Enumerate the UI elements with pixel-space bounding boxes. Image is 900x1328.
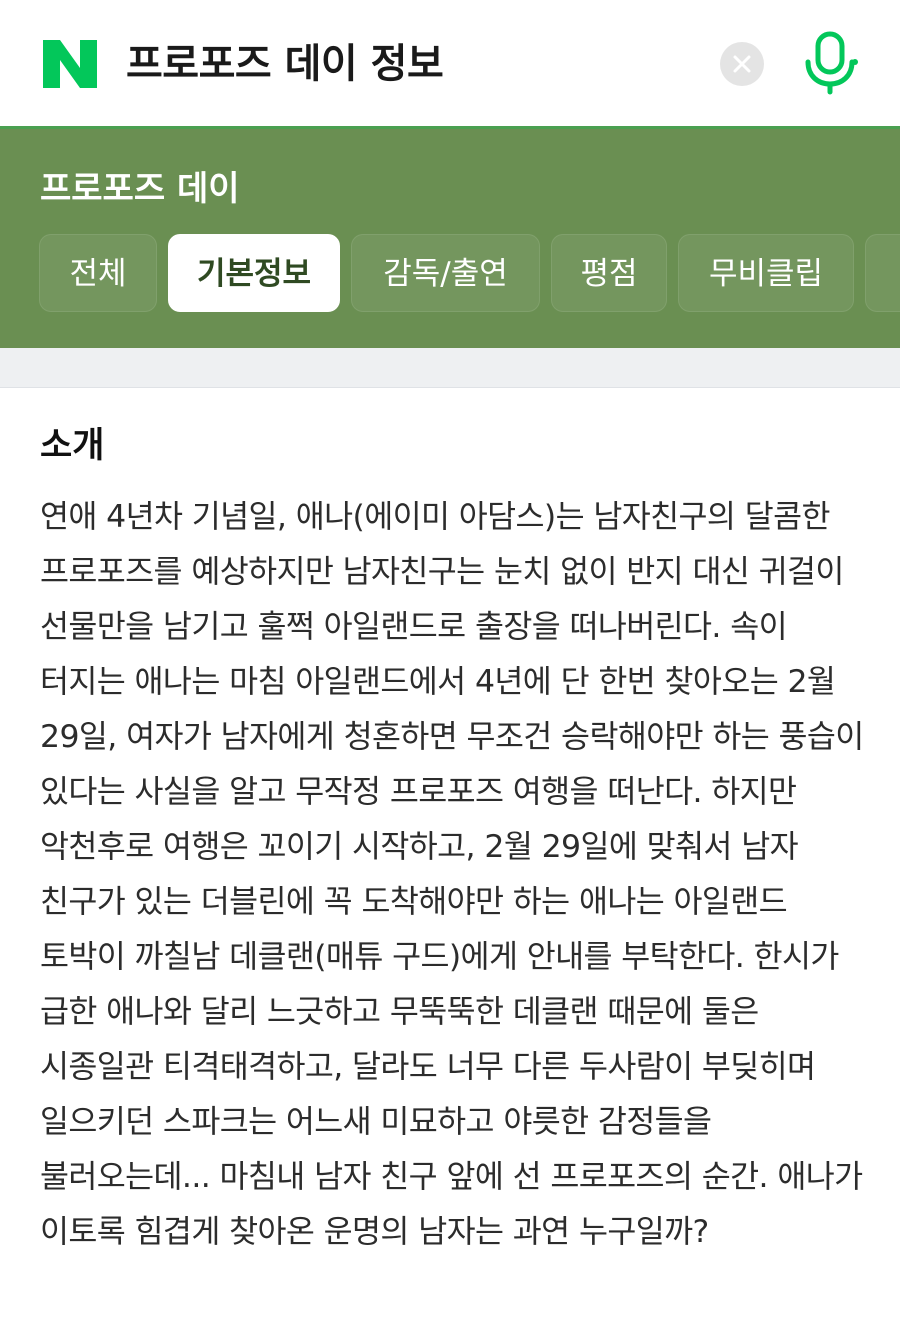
tab-director-cast[interactable]: 감독/출연: [351, 234, 540, 312]
section-divider: [0, 348, 900, 388]
tab-bar: 전체 기본정보 감독/출연 평점 무비클립: [39, 234, 900, 314]
clear-search-button[interactable]: [720, 42, 764, 86]
intro-heading: 소개: [40, 426, 105, 466]
movie-header: 프로포즈 데이 전체 기본정보 감독/출연 평점 무비클립: [0, 126, 900, 348]
voice-search-button[interactable]: [800, 30, 860, 96]
search-bar: 프로포즈 데이 정보: [0, 0, 900, 126]
tab-movie-clip[interactable]: 무비클립: [678, 234, 854, 312]
tab-all[interactable]: 전체: [39, 234, 157, 312]
tab-overflow[interactable]: [865, 234, 900, 312]
naver-logo-icon[interactable]: [43, 40, 97, 88]
tab-basic-info[interactable]: 기본정보: [168, 234, 340, 312]
search-input[interactable]: 프로포즈 데이 정보: [126, 38, 444, 90]
microphone-icon: [805, 31, 858, 95]
close-icon: [733, 55, 751, 73]
movie-title[interactable]: 프로포즈 데이: [40, 167, 240, 211]
tab-rating[interactable]: 평점: [551, 234, 667, 312]
intro-section: 소개 연애 4년차 기념일, 애나(에이미 아담스)는 남자친구의 달콤한 프로…: [0, 388, 900, 1328]
page: 프로포즈 데이 정보 프로포즈 데이 전체 기본정보 감독/출연 평점 무비클립: [0, 0, 900, 1328]
intro-text: 연애 4년차 기념일, 애나(에이미 아담스)는 남자친구의 달콤한 프로포즈를…: [40, 499, 864, 1250]
